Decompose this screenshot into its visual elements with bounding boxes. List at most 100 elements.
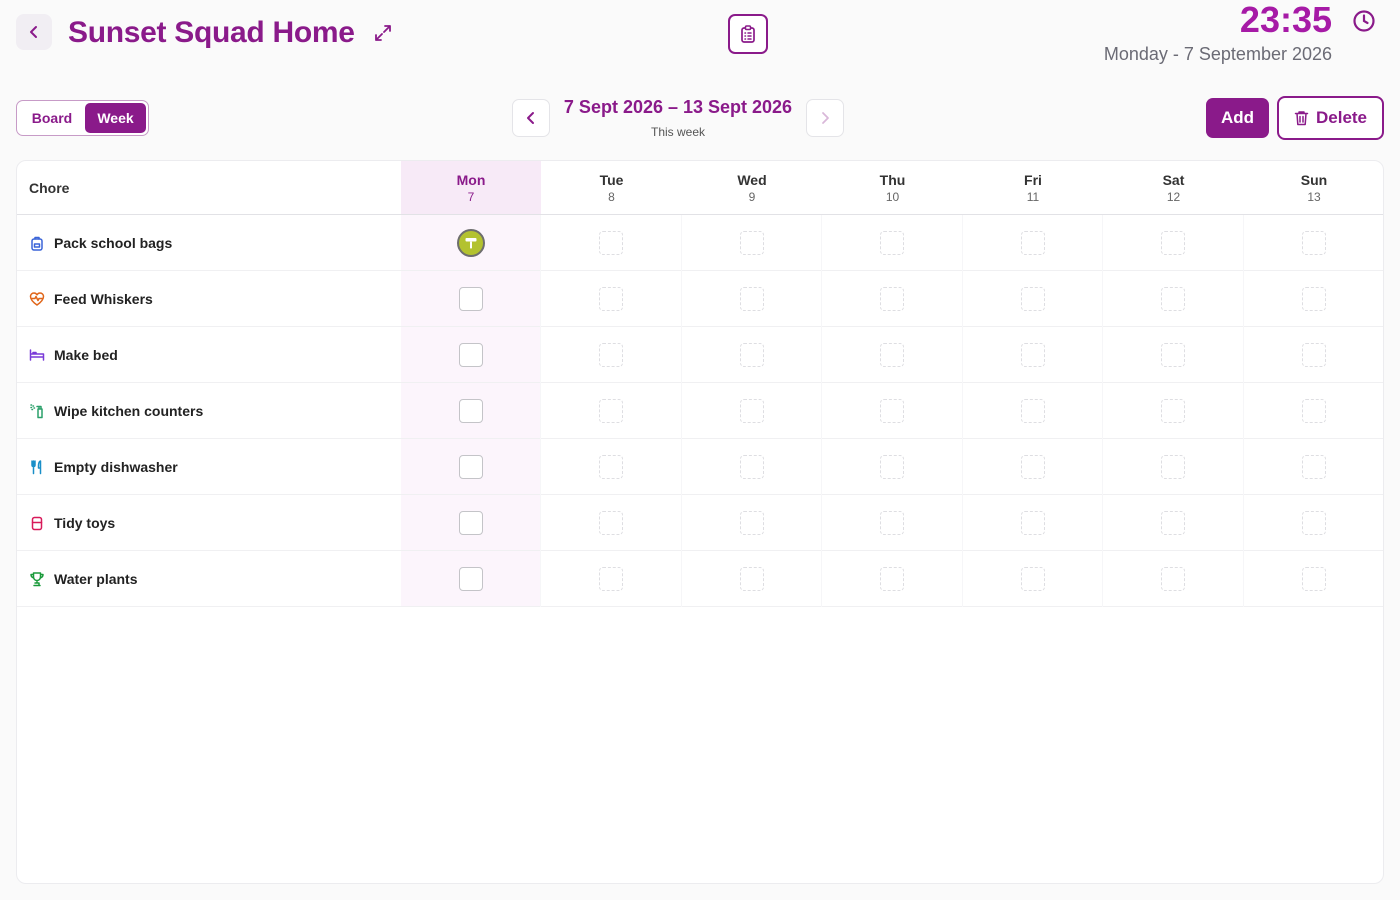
chore-day-cell xyxy=(1104,495,1244,551)
chore-label: Water plants xyxy=(54,570,138,587)
chore-day-cell xyxy=(682,383,822,439)
chore-label: Empty dishwasher xyxy=(54,458,178,475)
clock-icon[interactable] xyxy=(1352,9,1376,33)
view-board-option[interactable]: Board xyxy=(19,103,85,133)
chore-checkbox[interactable] xyxy=(599,399,623,423)
current-date: Monday - 7 September 2026 xyxy=(1103,44,1332,64)
toy-box-icon xyxy=(29,515,45,531)
table-row: Feed Whiskers xyxy=(17,271,1383,327)
chore-checkbox[interactable] xyxy=(1301,343,1326,367)
chore-checkbox[interactable] xyxy=(599,511,623,535)
chore-checkbox[interactable] xyxy=(1161,287,1185,311)
chore-checkbox[interactable] xyxy=(1020,511,1045,535)
chore-checkbox[interactable] xyxy=(599,343,623,367)
chore-checkbox[interactable] xyxy=(599,567,623,591)
chore-label: Wipe kitchen counters xyxy=(54,402,204,419)
chore-checkbox[interactable] xyxy=(880,343,904,367)
chore-checkbox[interactable] xyxy=(1161,231,1185,255)
chore-checkbox[interactable] xyxy=(458,287,483,311)
week-subtitle: This week xyxy=(650,125,706,139)
chore-checkbox[interactable] xyxy=(1020,455,1045,479)
day-header-tue: Tue 8 xyxy=(542,161,682,214)
chore-checkbox[interactable] xyxy=(739,399,764,423)
expand-button[interactable] xyxy=(372,22,394,44)
chore-label: Pack school bags xyxy=(54,234,173,251)
chore-checkbox[interactable] xyxy=(1161,511,1185,535)
chore-name-cell[interactable]: Water plants xyxy=(29,551,138,606)
chore-checkbox[interactable] xyxy=(1301,287,1326,311)
chore-checkbox[interactable] xyxy=(880,511,904,535)
previous-week-button[interactable] xyxy=(512,99,550,137)
chevron-right-icon xyxy=(822,112,829,124)
add-button[interactable]: Add xyxy=(1206,98,1269,138)
chore-checkbox[interactable] xyxy=(458,511,483,535)
chore-day-cell xyxy=(963,551,1103,607)
chore-day-cell xyxy=(542,551,682,607)
back-button[interactable] xyxy=(16,14,52,50)
day-name: Mon xyxy=(456,172,486,188)
completed-avatar[interactable] xyxy=(456,229,485,257)
chore-checkbox[interactable] xyxy=(1020,343,1045,367)
chore-checkbox[interactable] xyxy=(880,455,904,479)
chore-checkbox[interactable] xyxy=(458,343,483,367)
chore-day-cell xyxy=(823,495,963,551)
chore-checkbox[interactable] xyxy=(1020,231,1045,255)
chore-day-cell xyxy=(823,383,963,439)
chore-checkbox[interactable] xyxy=(1161,399,1185,423)
chore-checkbox[interactable] xyxy=(1161,567,1185,591)
chore-day-cell xyxy=(963,215,1103,271)
chore-checkbox[interactable] xyxy=(1301,567,1326,591)
chore-checkbox[interactable] xyxy=(1301,231,1326,255)
chore-checkbox[interactable] xyxy=(880,231,904,255)
day-date: 8 xyxy=(608,190,615,204)
chore-checkbox[interactable] xyxy=(880,399,904,423)
view-week-option[interactable]: Week xyxy=(85,103,146,133)
chore-day-cell xyxy=(542,271,682,327)
clipboard-list-icon xyxy=(741,25,755,43)
chore-day-cell xyxy=(682,271,822,327)
delete-button[interactable]: Delete xyxy=(1277,96,1384,140)
chore-checkbox[interactable] xyxy=(1020,399,1045,423)
day-date: 9 xyxy=(748,190,756,204)
table-row: Make bed xyxy=(17,327,1383,383)
chore-checkbox[interactable] xyxy=(458,567,483,591)
chore-day-cell xyxy=(1244,439,1383,495)
chore-name-cell[interactable]: Make bed xyxy=(29,327,118,382)
chore-day-cell xyxy=(1244,327,1383,383)
chore-name-cell[interactable]: Pack school bags xyxy=(29,215,172,270)
chore-checkbox[interactable] xyxy=(739,511,764,535)
chore-checkbox[interactable] xyxy=(599,231,623,255)
chore-checkbox[interactable] xyxy=(599,287,623,311)
chore-checkbox[interactable] xyxy=(1161,455,1185,479)
chore-checkbox[interactable] xyxy=(1020,287,1045,311)
chore-checkbox[interactable] xyxy=(739,231,764,255)
chore-name-cell[interactable]: Empty dishwasher xyxy=(29,439,178,494)
chore-day-cell xyxy=(542,327,682,383)
chore-checkbox[interactable] xyxy=(739,455,764,479)
chore-checkbox[interactable] xyxy=(1301,399,1326,423)
chore-name-cell[interactable]: Feed Whiskers xyxy=(29,271,153,326)
chore-day-cell xyxy=(963,271,1103,327)
chore-checkbox[interactable] xyxy=(1301,511,1326,535)
chore-checkbox[interactable] xyxy=(458,455,483,479)
chore-checkbox[interactable] xyxy=(599,455,623,479)
table-header: Chore Mon 7 Tue 8 Wed 9 Thu 10 Fri 11 Sat 12 Sun 13 xyxy=(17,161,1383,215)
chore-name-cell[interactable]: Tidy toys xyxy=(29,495,115,550)
chore-checkbox[interactable] xyxy=(880,287,904,311)
chore-checkbox[interactable] xyxy=(880,567,904,591)
chore-day-cell xyxy=(1244,271,1383,327)
chore-day-cell xyxy=(823,439,963,495)
chore-checkbox[interactable] xyxy=(739,567,764,591)
chore-checkbox[interactable] xyxy=(1020,567,1045,591)
chore-checkbox[interactable] xyxy=(1301,455,1326,479)
chore-checkbox[interactable] xyxy=(739,343,764,367)
chore-name-cell[interactable]: Wipe kitchen counters xyxy=(29,383,203,438)
next-week-button[interactable] xyxy=(806,99,844,137)
chore-day-cell xyxy=(401,439,541,495)
chore-checkbox[interactable] xyxy=(458,399,483,423)
chore-checkbox[interactable] xyxy=(1161,343,1185,367)
clipboard-button[interactable] xyxy=(728,14,768,54)
heart-pulse-icon xyxy=(29,291,45,307)
chore-day-cell xyxy=(542,383,682,439)
chore-checkbox[interactable] xyxy=(739,287,764,311)
